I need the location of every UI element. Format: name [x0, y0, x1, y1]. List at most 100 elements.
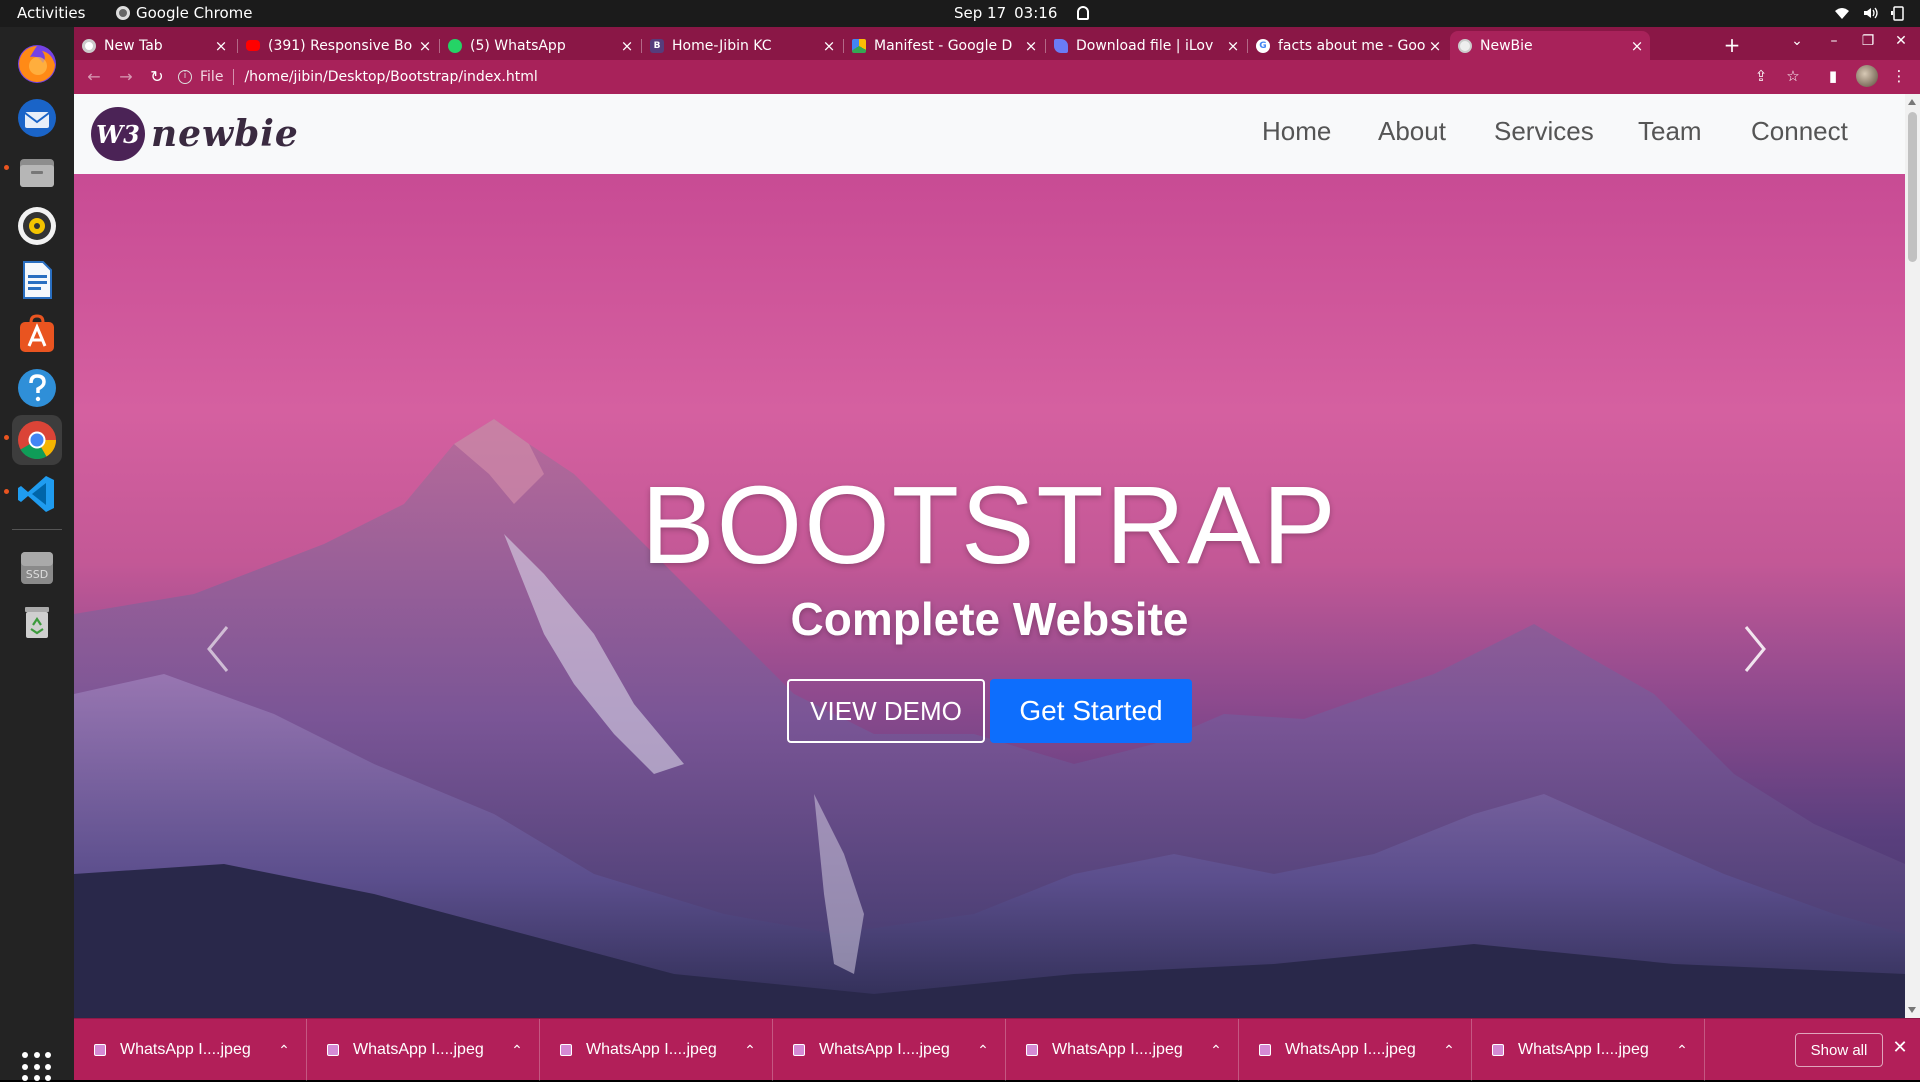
close-tab-icon[interactable]: × — [1022, 37, 1040, 55]
tab-home-jibin[interactable]: B Home-Jibin KC × — [642, 31, 842, 60]
running-indicator — [4, 165, 9, 170]
dock-firefox[interactable] — [12, 39, 62, 89]
dock-trash[interactable] — [12, 597, 62, 647]
image-file-icon — [793, 1044, 805, 1056]
scroll-down-arrow-icon[interactable] — [1908, 1007, 1916, 1013]
new-tab-button[interactable]: + — [1720, 33, 1744, 57]
download-item[interactable]: WhatsApp I....jpeg ⌃ — [773, 1019, 1006, 1081]
nav-services[interactable]: Services — [1494, 116, 1594, 147]
chevron-up-icon[interactable]: ⌃ — [505, 1042, 529, 1059]
page-viewport: W3 newbie Home About Services Team Conne… — [74, 94, 1920, 1018]
running-indicator — [4, 435, 9, 440]
chevron-up-icon[interactable]: ⌃ — [1437, 1042, 1461, 1059]
download-item[interactable]: WhatsApp I....jpeg ⌃ — [1006, 1019, 1239, 1081]
dock-ssd-drive[interactable]: SSD — [12, 543, 62, 593]
dock-files[interactable] — [12, 147, 62, 197]
ilovepdf-icon — [1054, 38, 1068, 53]
clock[interactable]: Sep 17 03:16 — [954, 4, 1090, 22]
download-item[interactable]: WhatsApp I....jpeg ⌃ — [1239, 1019, 1472, 1081]
site-info-icon[interactable]: i — [178, 70, 192, 84]
chevron-up-icon[interactable]: ⌃ — [971, 1042, 995, 1059]
download-item[interactable]: WhatsApp I....jpeg ⌃ — [540, 1019, 773, 1081]
dock-help[interactable] — [12, 363, 62, 413]
share-icon[interactable]: ⇪ — [1750, 67, 1772, 85]
clock-time: 03:16 — [1014, 4, 1058, 22]
site-logo[interactable]: W3 newbie — [91, 107, 299, 161]
chevron-up-icon[interactable]: ⌃ — [738, 1042, 762, 1059]
nav-connect[interactable]: Connect — [1751, 116, 1848, 147]
nav-team[interactable]: Team — [1638, 116, 1702, 147]
image-file-icon — [94, 1044, 106, 1056]
address-bar[interactable]: i File /home/jibin/Desktop/Bootstrap/ind… — [178, 64, 1878, 90]
dock-writer[interactable] — [12, 255, 62, 305]
ssd-label: SSD — [26, 568, 48, 581]
tab-newbie[interactable]: NewBie × — [1450, 31, 1650, 60]
tab-google-search[interactable]: G facts about me - Goo × — [1248, 31, 1448, 60]
chrome-window: New Tab × (391) Responsive Bo × (5) What… — [74, 27, 1920, 1081]
chevron-up-icon[interactable]: ⌃ — [272, 1042, 296, 1059]
forward-icon[interactable]: → — [116, 67, 136, 86]
chevron-up-icon[interactable]: ⌃ — [1204, 1042, 1228, 1059]
profile-avatar[interactable] — [1856, 65, 1878, 87]
dock-thunderbird[interactable] — [12, 93, 62, 143]
close-tab-icon[interactable]: × — [1426, 37, 1444, 55]
close-tab-icon[interactable]: × — [820, 37, 838, 55]
page-scrollbar[interactable] — [1905, 94, 1920, 1018]
firefox-icon — [18, 45, 56, 83]
image-file-icon — [560, 1044, 572, 1056]
tab-search-icon[interactable]: ⌄ — [1787, 33, 1807, 49]
close-tab-icon[interactable]: × — [618, 37, 636, 55]
kebab-menu-icon[interactable]: ⋮ — [1888, 67, 1910, 85]
nav-about[interactable]: About — [1378, 116, 1446, 147]
close-tab-icon[interactable]: × — [416, 37, 434, 55]
tab-google-drive[interactable]: Manifest - Google D × — [844, 31, 1044, 60]
close-tab-icon[interactable]: × — [1224, 37, 1242, 55]
get-started-button[interactable]: Get Started — [990, 679, 1192, 743]
tab-title: (391) Responsive Bo — [268, 37, 413, 54]
close-download-shelf-icon[interactable]: ✕ — [1890, 1037, 1910, 1058]
download-filename: WhatsApp I....jpeg — [819, 1041, 950, 1058]
back-icon[interactable]: ← — [84, 67, 104, 86]
chevron-up-icon[interactable]: ⌃ — [1670, 1042, 1694, 1059]
trash-icon — [25, 607, 49, 638]
download-item[interactable]: WhatsApp I....jpeg ⌃ — [1472, 1019, 1705, 1081]
carousel-prev-icon[interactable] — [199, 619, 239, 679]
scroll-up-arrow-icon[interactable] — [1908, 99, 1916, 105]
bookmark-star-icon[interactable]: ☆ — [1782, 67, 1804, 85]
dock-chrome[interactable] — [12, 415, 62, 465]
close-tab-icon[interactable]: × — [212, 37, 230, 55]
download-item[interactable]: WhatsApp I....jpeg ⌃ — [74, 1019, 307, 1081]
tab-youtube[interactable]: (391) Responsive Bo × — [238, 31, 438, 60]
download-filename: WhatsApp I....jpeg — [353, 1041, 484, 1058]
system-tray[interactable] — [1834, 5, 1906, 21]
scrollbar-thumb[interactable] — [1908, 112, 1917, 262]
tab-title: Home-Jibin KC — [672, 37, 772, 54]
carousel-next-icon[interactable] — [1734, 619, 1774, 679]
nav-home[interactable]: Home — [1262, 116, 1331, 147]
show-all-downloads-button[interactable]: Show all — [1795, 1033, 1883, 1067]
app-menu[interactable]: Google Chrome — [116, 4, 253, 22]
wifi-icon — [1835, 8, 1849, 19]
reload-icon[interactable]: ↻ — [147, 67, 167, 86]
dock-rhythmbox[interactable] — [12, 201, 62, 251]
side-panel-icon[interactable]: ▮ — [1822, 67, 1844, 85]
volume-icon — [1864, 7, 1878, 19]
restore-icon[interactable]: ❐ — [1858, 33, 1878, 49]
globe-icon — [1458, 38, 1472, 53]
close-tab-icon[interactable]: × — [1628, 37, 1646, 55]
show-applications-button[interactable] — [22, 1052, 52, 1082]
youtube-icon — [246, 40, 260, 51]
thunderbird-icon — [18, 99, 56, 137]
dock-software[interactable] — [12, 309, 62, 359]
tab-new-tab[interactable]: New Tab × — [74, 31, 234, 60]
tab-whatsapp[interactable]: (5) WhatsApp × — [440, 31, 640, 60]
close-window-icon[interactable]: ✕ — [1891, 33, 1911, 49]
view-demo-button[interactable]: VIEW DEMO — [787, 679, 985, 743]
browser-toolbar: ← → ↻ i File /home/jibin/Desktop/Bootstr… — [74, 60, 1920, 94]
tab-strip: New Tab × (391) Responsive Bo × (5) What… — [74, 27, 1920, 60]
download-item[interactable]: WhatsApp I....jpeg ⌃ — [307, 1019, 540, 1081]
activities-button[interactable]: Activities — [17, 4, 85, 22]
minimize-icon[interactable]: – — [1824, 33, 1844, 49]
dock-vscode[interactable] — [12, 469, 62, 519]
tab-ilovepdf[interactable]: Download file | iLov × — [1046, 31, 1246, 60]
